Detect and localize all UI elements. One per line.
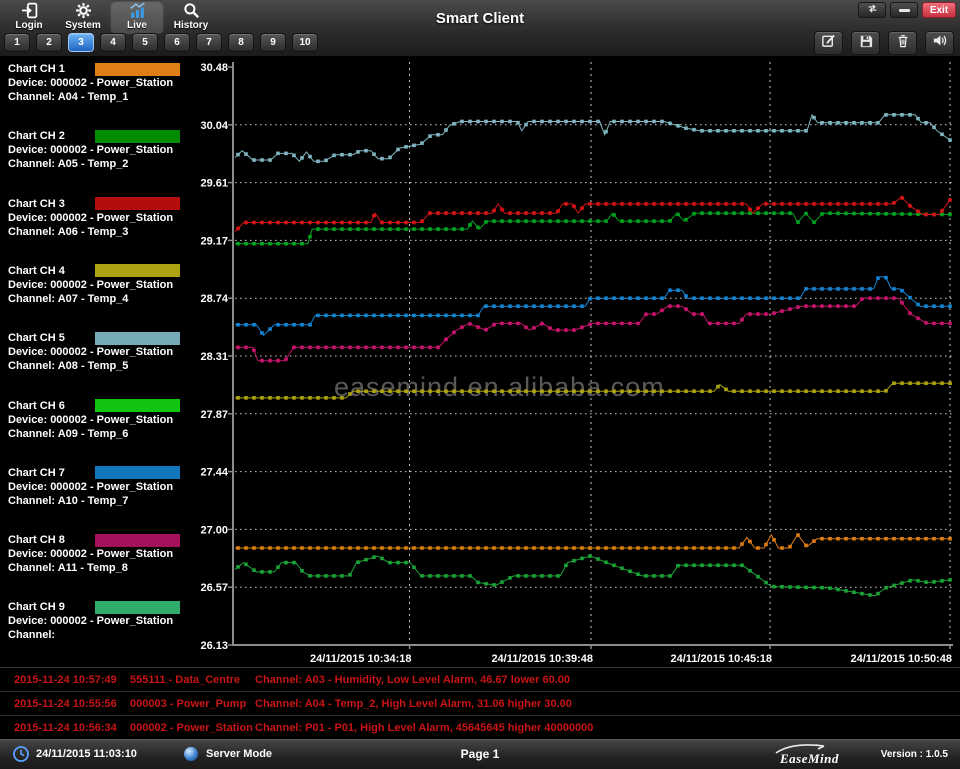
current-page-label: Page 1 xyxy=(430,747,530,761)
alarm-row-1[interactable]: 2015-11-24 10:57:49 555111 - Data_Centre C… xyxy=(0,668,960,692)
y-tick-label: 26.57 xyxy=(200,582,228,594)
grid-horizontal xyxy=(235,125,952,587)
alarm-device: 000003 - Power_Pump xyxy=(130,698,246,710)
save-button[interactable] xyxy=(851,31,880,55)
alarm-message: Channel: A04 - Temp_2, High Level Alarm,… xyxy=(255,698,572,710)
minimize-icon xyxy=(899,9,910,12)
page-button-9[interactable]: 9 xyxy=(260,33,286,52)
status-datetime: 24/11/2015 11:03:10 xyxy=(36,748,137,760)
y-tick-label: 28.74 xyxy=(200,293,228,305)
y-tick-label: 27.00 xyxy=(200,524,228,536)
alarm-time: 2015-11-24 10:55:56 xyxy=(14,698,117,710)
series-ch2-a05-temp-2 xyxy=(235,211,952,245)
alarm-device: 000002 - Power_Station xyxy=(130,722,253,734)
server-mode-label: Server Mode xyxy=(206,748,272,760)
nav-login-button[interactable]: Login xyxy=(2,0,56,34)
status-bar: 24/11/2015 11:03:10 Server Mode Page 1 E… xyxy=(0,739,960,769)
history-search-icon xyxy=(183,2,200,19)
page-button-5[interactable]: 5 xyxy=(132,33,158,52)
clock-icon xyxy=(12,745,30,768)
x-tick-label: 24/11/2015 10:45:18 xyxy=(670,653,772,665)
page-button-6[interactable]: 6 xyxy=(164,33,190,52)
edit-icon xyxy=(821,33,836,53)
restore-button[interactable] xyxy=(858,2,886,18)
series-ch6-a09-temp-6 xyxy=(235,554,952,597)
page-button-10[interactable]: 10 xyxy=(292,33,318,52)
brand-logo: EaseMind xyxy=(774,744,852,766)
x-tick-label: 24/11/2015 10:39:48 xyxy=(491,653,593,665)
exit-label: Exit xyxy=(930,5,948,16)
watermark: easemind.en.alibaba.com xyxy=(334,372,665,402)
page-button-2[interactable]: 2 xyxy=(36,33,62,52)
x-tick-label: 24/11/2015 10:50:48 xyxy=(850,653,952,665)
y-tick-label: 30.48 xyxy=(200,62,228,74)
page-button-8[interactable]: 8 xyxy=(228,33,254,52)
server-mode-icon xyxy=(184,747,198,761)
alarm-message: Channel: A03 - Humidity, Low Level Alarm… xyxy=(255,674,570,686)
nav-live-label: Live xyxy=(127,20,147,31)
exit-button[interactable]: Exit xyxy=(922,2,956,18)
edit-button[interactable] xyxy=(814,31,843,55)
y-tick-label: 27.44 xyxy=(200,467,228,479)
alarm-list: 2015-11-24 10:57:49 555111 - Data_Centre C… xyxy=(0,667,960,739)
series-ch5-a08-temp-5 xyxy=(235,113,952,163)
y-tick-label: 28.31 xyxy=(200,351,228,363)
version-label: Version : 1.0.5 xyxy=(881,749,948,760)
trend-chart: easemind.en.alibaba.com 30.48 30.04 29.61 29… xyxy=(0,57,960,667)
alarm-row-2[interactable]: 2015-11-24 10:55:56 000003 - Power_Pump Ch… xyxy=(0,692,960,716)
y-tick-label: 29.61 xyxy=(200,178,228,190)
speaker-icon xyxy=(932,33,947,53)
minimize-button[interactable] xyxy=(890,2,918,18)
y-tick-label: 30.04 xyxy=(200,120,228,132)
restore-icon xyxy=(866,1,879,19)
alarm-device: 555111 - Data_Centre xyxy=(130,674,240,686)
brand-name: EaseMind xyxy=(780,751,839,767)
main-nav: Login System Live History xyxy=(2,0,218,32)
page-button-4[interactable]: 4 xyxy=(100,33,126,52)
trash-icon xyxy=(896,33,910,53)
nav-history-button[interactable]: History xyxy=(164,0,218,34)
y-axis-labels: 30.48 30.04 29.61 29.17 28.74 28.31 27.87 27.44… xyxy=(200,62,228,652)
series-ch8-a11-temp-8 xyxy=(235,296,952,363)
mute-button[interactable] xyxy=(925,31,954,55)
save-icon xyxy=(859,34,873,53)
alarm-time: 2015-11-24 10:56:34 xyxy=(14,722,117,734)
nav-live-button[interactable]: Live xyxy=(110,0,164,34)
window-controls: Exit xyxy=(858,2,956,18)
nav-system-label: System xyxy=(65,20,101,31)
title-bar: Login System Live History Smart Client xyxy=(0,0,960,57)
alarm-message: Channel: P01 - P01, High Level Alarm, 45… xyxy=(255,722,593,734)
page-button-row: 123456789 10 xyxy=(4,33,318,52)
live-chart-area: Chart CH 1Device: 000002 - Power_Station… xyxy=(0,57,960,667)
gear-icon xyxy=(75,2,92,19)
nav-history-label: History xyxy=(174,20,208,31)
x-axis-labels: 24/11/2015 10:34:18 24/11/2015 10:39:48 24… xyxy=(310,653,952,665)
series-ch1-a04-temp-1 xyxy=(235,533,952,550)
alarm-time: 2015-11-24 10:57:49 xyxy=(14,674,117,686)
y-tick-label: 27.87 xyxy=(200,409,228,421)
grid-vertical xyxy=(410,62,950,645)
page-button-1[interactable]: 1 xyxy=(4,33,30,52)
page-button-3[interactable]: 3 xyxy=(68,33,94,52)
login-icon xyxy=(21,2,38,19)
y-tick-label: 29.17 xyxy=(200,235,228,247)
y-tick-label: 26.13 xyxy=(200,640,228,652)
delete-button[interactable] xyxy=(888,31,917,55)
chart-toolbar xyxy=(814,31,954,55)
window-title: Smart Client xyxy=(330,10,630,27)
alarm-row-3[interactable]: 2015-11-24 10:56:34 000002 - Power_Statio… xyxy=(0,716,960,740)
nav-system-button[interactable]: System xyxy=(56,0,110,34)
live-chart-icon xyxy=(129,2,146,19)
x-tick-label: 24/11/2015 10:34:18 xyxy=(310,653,412,665)
nav-login-label: Login xyxy=(15,20,42,31)
page-button-7[interactable]: 7 xyxy=(196,33,222,52)
